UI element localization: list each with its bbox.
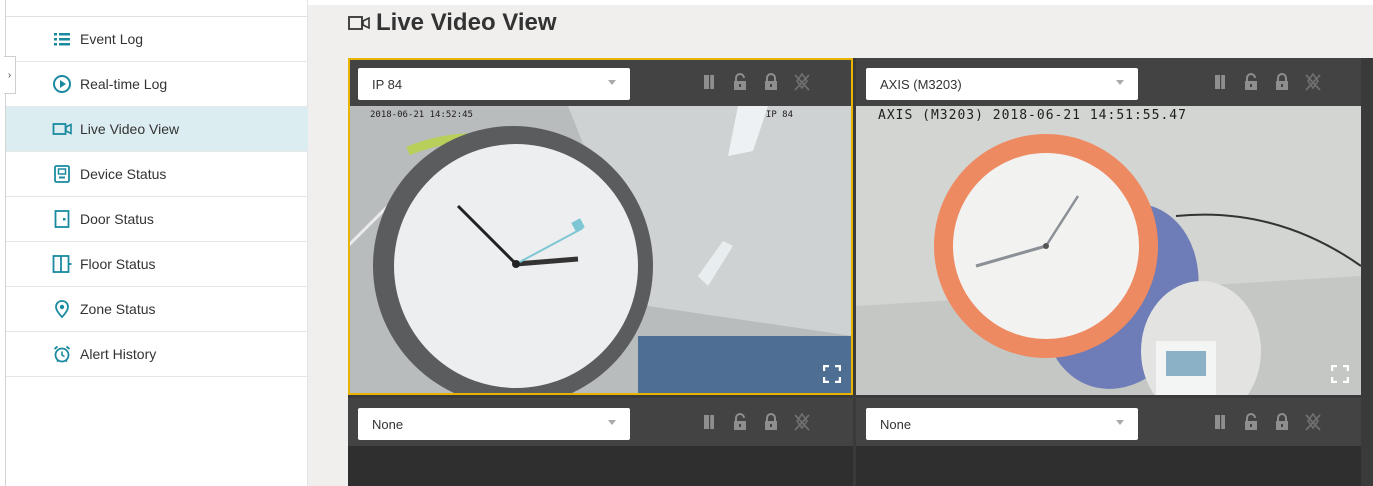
fullscreen-icon[interactable] — [1331, 365, 1349, 383]
door-control-tools — [1211, 412, 1322, 432]
video-cell-4[interactable]: None — [856, 398, 1361, 486]
video-feed[interactable]: AXIS (M3203) 2018-06-21 14:51:55.47 — [856, 106, 1361, 395]
alarm-release-icon[interactable] — [793, 72, 811, 92]
video-camera-icon — [52, 119, 72, 139]
door-control-tools — [700, 72, 811, 92]
sidebar-item-label: Floor Status — [80, 256, 156, 272]
sidebar-item-label: Device Status — [80, 166, 167, 182]
list-icon — [52, 29, 72, 49]
sidebar-item-label: Alert History — [80, 346, 157, 362]
chevron-right-icon: › — [7, 69, 12, 81]
video-cell-toolbar: None — [348, 398, 853, 446]
video-cell-2[interactable]: AXIS (M3203) AXIS (M3203) 2018-06-21 14:… — [856, 58, 1361, 395]
door-open-icon[interactable] — [1211, 412, 1229, 432]
door-control-tools — [1211, 72, 1322, 92]
video-timestamp-overlay: 2018-06-21 14:52:45 — [370, 110, 473, 120]
sidebar-item-label: Live Video View — [80, 121, 180, 137]
sidebar-item-label: Door Status — [80, 211, 154, 227]
page-title: Live Video View — [348, 6, 557, 40]
alarm-clock-icon — [52, 344, 72, 364]
camera-select[interactable]: None — [358, 408, 630, 440]
door-icon — [52, 209, 72, 229]
alarm-release-icon[interactable] — [1304, 412, 1322, 432]
page-title-text: Live Video View — [376, 9, 557, 36]
sidebar-item-event-log[interactable]: Event Log — [6, 17, 309, 62]
unlock-icon[interactable] — [731, 412, 749, 432]
sidebar-item-zone-status[interactable]: Zone Status — [6, 287, 309, 332]
camera-select-value: None — [372, 416, 404, 432]
video-grid: IP 84 2018-06-21 14:52:45 IP 84 AXIS (M3… — [348, 58, 1373, 486]
lock-icon[interactable] — [1273, 72, 1291, 92]
camera-image — [856, 106, 1361, 395]
sidebar: Event Log Real-time Log Live Video View … — [5, 0, 309, 486]
camera-select[interactable]: None — [866, 408, 1138, 440]
top-strip — [308, 0, 1373, 5]
unlock-icon[interactable] — [1242, 72, 1260, 92]
sidebar-item-alert-history[interactable]: Alert History — [6, 332, 309, 377]
unlock-icon[interactable] — [731, 72, 749, 92]
camera-select-value: IP 84 — [372, 76, 403, 92]
sidebar-item-floor-status[interactable]: Floor Status — [6, 242, 309, 287]
sidebar-item-live-video-view[interactable]: Live Video View — [6, 107, 309, 152]
camera-select-value: None — [880, 416, 912, 432]
sidebar-item-label: Real-time Log — [80, 76, 168, 92]
chevron-down-icon — [608, 80, 616, 85]
sidebar-collapse-toggle[interactable]: › — [4, 56, 16, 94]
door-open-icon[interactable] — [700, 412, 718, 432]
door-open-icon[interactable] — [1211, 72, 1229, 92]
sidebar-item-door-status[interactable]: Door Status — [6, 197, 309, 242]
chevron-down-icon — [1116, 80, 1124, 85]
video-timestamp-overlay: AXIS (M3203) 2018-06-21 14:51:55.47 — [878, 108, 1187, 123]
app-root: Event Log Real-time Log Live Video View … — [0, 0, 1373, 486]
camera-image — [348, 106, 853, 395]
chevron-down-icon — [608, 420, 616, 425]
sidebar-item-label: Event Log — [80, 31, 144, 47]
play-circle-icon — [52, 74, 72, 94]
unlock-icon[interactable] — [1242, 412, 1260, 432]
video-cell-toolbar: None — [856, 398, 1361, 446]
sidebar-item-real-time-log[interactable]: Real-time Log — [6, 62, 309, 107]
lock-icon[interactable] — [762, 72, 780, 92]
lock-icon[interactable] — [762, 412, 780, 432]
video-label-overlay: IP 84 — [765, 110, 793, 120]
video-cell-toolbar: IP 84 — [348, 58, 853, 106]
video-camera-icon — [348, 16, 370, 30]
sidebar-item-label: Zone Status — [80, 301, 156, 317]
camera-select[interactable]: AXIS (M3203) — [866, 68, 1138, 100]
fullscreen-icon[interactable] — [823, 365, 841, 383]
video-feed[interactable]: 2018-06-21 14:52:45 IP 84 — [348, 106, 853, 395]
video-cell-toolbar: AXIS (M3203) — [856, 58, 1361, 106]
door-open-icon[interactable] — [700, 72, 718, 92]
location-pin-icon — [52, 299, 72, 319]
lock-icon[interactable] — [1273, 412, 1291, 432]
floor-icon — [52, 254, 72, 274]
alarm-release-icon[interactable] — [1304, 72, 1322, 92]
device-icon — [52, 164, 72, 184]
main-content: Live Video View IP 84 2018-06-21 14:52:4… — [308, 0, 1373, 486]
door-control-tools — [700, 412, 811, 432]
sidebar-item-device-status[interactable]: Device Status — [6, 152, 309, 197]
chevron-down-icon — [1116, 420, 1124, 425]
camera-select[interactable]: IP 84 — [358, 68, 630, 100]
video-cell-1[interactable]: IP 84 2018-06-21 14:52:45 IP 84 — [348, 58, 853, 395]
video-cell-3[interactable]: None — [348, 398, 853, 486]
camera-select-value: AXIS (M3203) — [880, 76, 962, 92]
alarm-release-icon[interactable] — [793, 412, 811, 432]
